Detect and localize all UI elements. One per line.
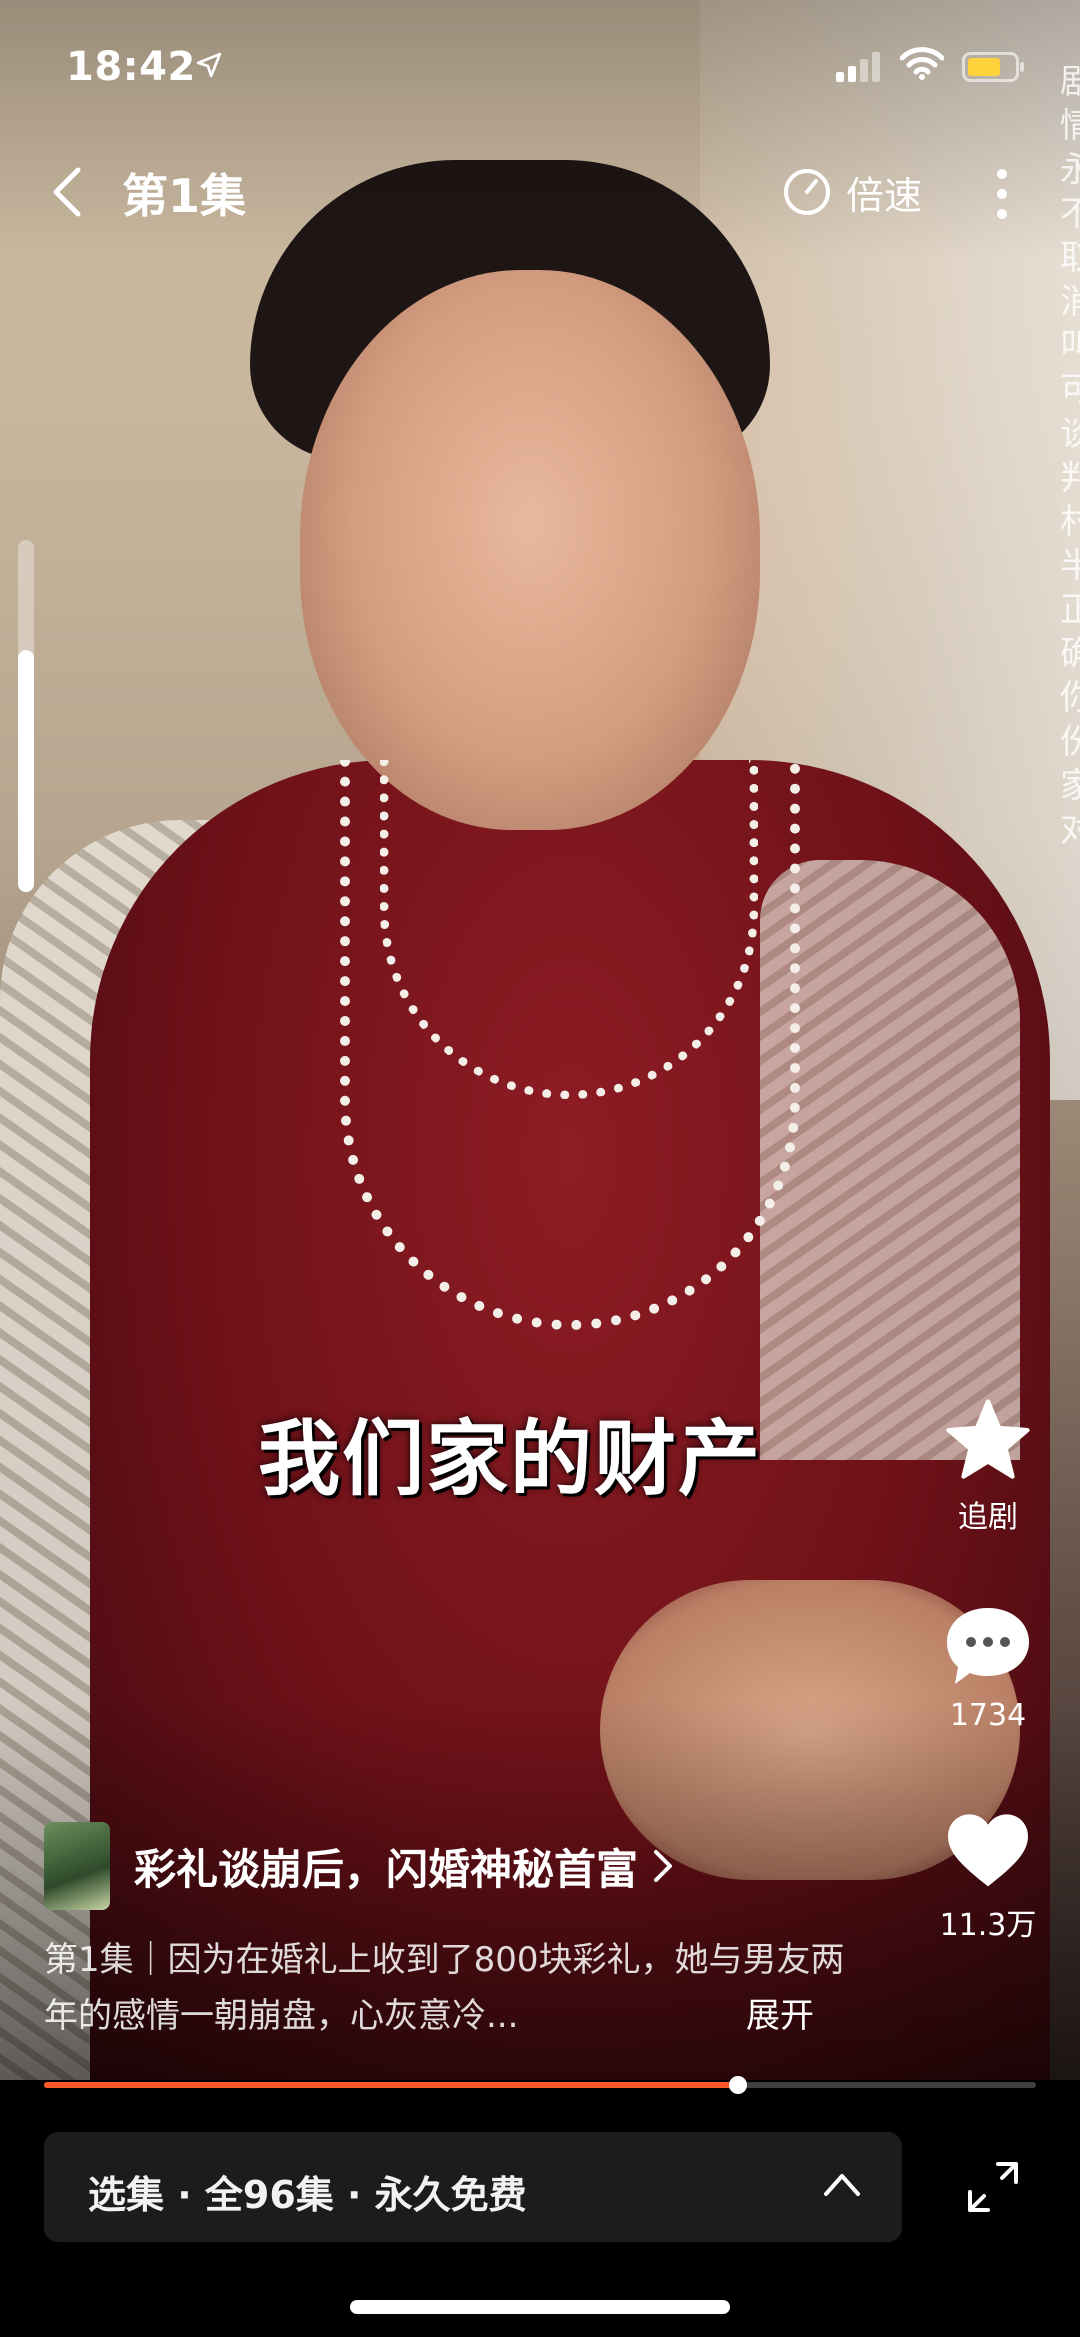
battery-icon [962, 52, 1024, 82]
vertical-scroll-indicator[interactable] [18, 540, 34, 892]
video-subtitle: 我们家的财产 [257, 1412, 762, 1507]
status-bar: 18:42 [0, 0, 1080, 130]
heart-icon [948, 1814, 1028, 1887]
scroll-thumb[interactable] [18, 650, 34, 892]
location-arrow-icon [196, 52, 222, 78]
speed-button[interactable]: 倍速 [782, 164, 922, 220]
drama-title-link[interactable]: 彩礼谈崩后，闪婚神秘首富 [44, 1822, 674, 1910]
expand-button[interactable]: 展开 [746, 1988, 814, 2037]
signal-icon [836, 52, 880, 82]
chevron-up-icon [824, 2174, 860, 2196]
speed-label: 倍速 [846, 173, 923, 218]
episode-title: 第1集 [122, 169, 247, 223]
progress-fill [44, 2082, 739, 2088]
wifi-icon [900, 47, 944, 80]
episode-selector-label: 选集 · 全96集 · 永久免费 [88, 2173, 527, 2217]
playback-progress-bar[interactable] [44, 2076, 1036, 2094]
more-icon[interactable] [990, 164, 1014, 224]
episode-description: 第1集｜因为在婚礼上收到了800块彩礼，她与男友两年的感情一朝崩盘，心灰意冷..… [44, 1940, 845, 2036]
like-button[interactable]: 11.3万 [928, 1810, 1048, 1944]
speed-icon [784, 169, 830, 215]
fullscreen-icon[interactable] [966, 2160, 1020, 2214]
star-icon [946, 1399, 1030, 1479]
chevron-right-icon [654, 1850, 673, 1882]
follow-label: 追剧 [958, 1500, 1018, 1535]
episode-selector-button[interactable]: 选集 · 全96集 · 永久免费 [44, 2132, 902, 2242]
drama-cover-thumbnail [44, 1822, 110, 1910]
status-time: 18:42 [66, 44, 196, 90]
comment-count: 1734 [949, 1698, 1027, 1733]
video-player[interactable] [0, 0, 1080, 2080]
like-count: 11.3万 [939, 1908, 1037, 1943]
follow-drama-button[interactable]: 追剧 [928, 1398, 1048, 1536]
back-icon[interactable] [48, 164, 88, 220]
drama-title: 彩礼谈崩后，闪婚神秘首富 [134, 1844, 639, 1894]
comment-button[interactable]: 1734 [928, 1604, 1048, 1733]
face [300, 270, 760, 830]
home-indicator[interactable] [350, 2300, 730, 2314]
edge-clipped-text: 剧情永不取消叫可谈判村半正确你份家对 [1060, 62, 1080, 850]
comment-icon [947, 1608, 1029, 1684]
